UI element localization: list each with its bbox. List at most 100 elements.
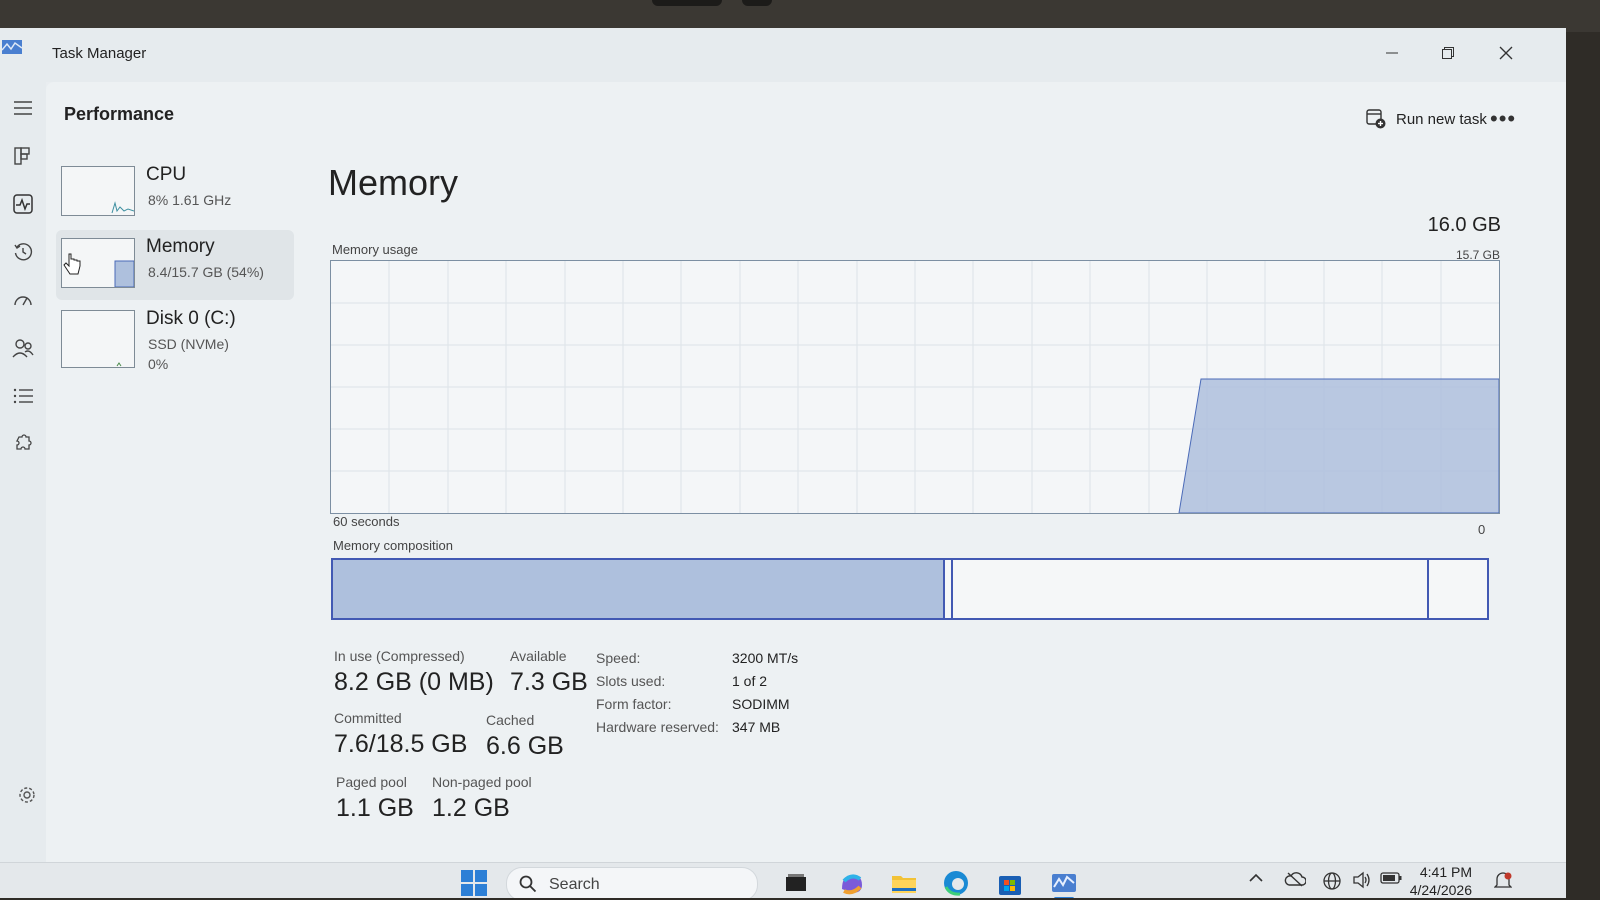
nav-users-button[interactable] xyxy=(4,330,42,366)
globe-icon xyxy=(1323,872,1341,890)
nav-services-button[interactable] xyxy=(4,426,42,462)
form-factor-label: Form factor: xyxy=(596,696,672,712)
non-paged-pool-value: 1.2 GB xyxy=(432,794,510,822)
search-icon xyxy=(519,875,537,893)
speed-value: 3200 MT/s xyxy=(732,650,799,666)
nav-processes-button[interactable] xyxy=(4,138,42,174)
store-icon xyxy=(999,876,1021,895)
memory-usage-graph xyxy=(330,260,1500,514)
task-manager-taskbar-button[interactable] xyxy=(1050,869,1078,898)
more-options-button[interactable]: ••• xyxy=(1490,106,1516,132)
disk-usage: 0% xyxy=(148,356,169,372)
task-manager-app-icon xyxy=(2,40,22,54)
file-explorer-button[interactable] xyxy=(890,869,918,897)
slots-used-value: 1 of 2 xyxy=(732,673,768,689)
resource-item-disk[interactable]: Disk 0 (C:) SSD (NVMe) 0% xyxy=(56,302,294,372)
hardware-reserved-label: Hardware reserved: xyxy=(596,719,719,735)
window-title: Task Manager xyxy=(52,45,147,62)
chevron-up-icon xyxy=(1249,873,1263,882)
minimize-button[interactable] xyxy=(1372,38,1412,68)
cpu-mini-graph xyxy=(111,201,135,214)
active-app-indicator xyxy=(1054,897,1074,898)
available-value: 7.3 GB xyxy=(510,668,588,696)
nav-app-history-button[interactable] xyxy=(4,234,42,270)
nav-startup-apps-button[interactable] xyxy=(4,282,42,318)
bezel-sensor xyxy=(742,0,772,6)
title-bar: Task Manager xyxy=(0,28,1566,82)
memory-usage-label: Memory usage xyxy=(332,242,418,257)
time-zero-label: 0 xyxy=(1478,522,1486,537)
form-factor-value: SODIMM xyxy=(732,696,790,712)
microsoft-store-button[interactable] xyxy=(996,869,1024,897)
memory-title: Memory xyxy=(328,162,459,203)
disk-label: Disk 0 (C:) xyxy=(146,308,236,329)
memory-total: 16.0 GB xyxy=(1427,214,1501,236)
slots-used-label: Slots used: xyxy=(596,673,666,689)
settings-button[interactable] xyxy=(16,784,38,806)
show-hidden-icons-button[interactable] xyxy=(1248,871,1264,888)
nav-details-button[interactable] xyxy=(4,378,42,414)
taskbar-clock[interactable]: 4:41 PM 4/24/2026 xyxy=(1398,863,1472,898)
close-button[interactable] xyxy=(1486,38,1526,68)
clock-time: 4:41 PM xyxy=(1419,864,1472,880)
memory-composition-label: Memory composition xyxy=(333,538,453,553)
cpu-stats: 8% 1.61 GHz xyxy=(148,192,232,208)
close-icon xyxy=(1499,46,1513,60)
history-icon xyxy=(14,243,33,261)
disk-thumbnail-graph xyxy=(61,310,135,368)
nav-performance-button[interactable] xyxy=(4,186,42,222)
folder-icon xyxy=(892,876,916,893)
m365-app-button[interactable] xyxy=(838,869,866,897)
start-button[interactable] xyxy=(460,869,488,897)
in-use-label: In use (Compressed) xyxy=(334,648,465,664)
m365-copilot-icon xyxy=(842,874,862,895)
cloud-icon xyxy=(1284,872,1307,887)
task-manager-taskbar-icon xyxy=(1052,874,1076,892)
disk-type: SSD (NVMe) xyxy=(148,336,229,352)
taskbar-search-box[interactable]: Search xyxy=(506,867,758,898)
details-list-icon xyxy=(13,388,33,404)
services-puzzle-icon xyxy=(15,434,32,450)
task-manager-window: Task Manager Performance Run new task ••… xyxy=(0,28,1566,898)
task-view-button[interactable] xyxy=(782,869,810,897)
windows-start-icon xyxy=(461,870,487,896)
paged-pool-label: Paged pool xyxy=(336,774,407,790)
run-new-task-label: Run new task xyxy=(1396,110,1487,128)
composition-divider-2 xyxy=(951,560,953,618)
processes-icon xyxy=(14,147,30,165)
network-button[interactable] xyxy=(1322,871,1342,894)
cpu-label: CPU xyxy=(146,164,187,185)
hamburger-icon xyxy=(14,101,32,115)
memory-label: Memory xyxy=(146,236,215,257)
non-paged-pool-label: Non-paged pool xyxy=(432,774,532,790)
hand-cursor-icon xyxy=(63,253,81,275)
edge-browser-button[interactable] xyxy=(942,869,970,897)
disk-mini-graph xyxy=(116,362,122,367)
volume-button[interactable] xyxy=(1352,871,1372,892)
composition-in-use-segment xyxy=(333,560,943,618)
run-new-task-button[interactable]: Run new task xyxy=(1366,104,1487,134)
hamburger-menu-button[interactable] xyxy=(4,90,42,126)
notifications-button[interactable] xyxy=(1493,871,1513,894)
cached-value: 6.6 GB xyxy=(486,732,564,760)
performance-content: Performance Run new task ••• CPU 8% 1.61… xyxy=(46,82,1566,862)
run-task-icon xyxy=(1366,109,1386,129)
in-use-value: 8.2 GB (0 MB) xyxy=(334,668,494,696)
taskbar: Search 4:41 PM 4/24/2026 xyxy=(0,862,1566,898)
users-icon xyxy=(12,339,34,358)
restore-button[interactable] xyxy=(1428,38,1468,68)
speed-label: Speed: xyxy=(596,650,641,666)
committed-value: 7.6/18.5 GB xyxy=(334,730,468,758)
paged-pool-value: 1.1 GB xyxy=(336,794,414,822)
page-title: Performance xyxy=(64,104,175,124)
memory-composition-bar xyxy=(331,558,1489,620)
hardware-reserved-value: 347 MB xyxy=(732,719,781,735)
resource-item-memory[interactable]: Memory 8.4/15.7 GB (54%) xyxy=(56,230,294,300)
onedrive-button[interactable] xyxy=(1284,871,1307,890)
edge-icon xyxy=(944,871,968,896)
time-span-label: 60 seconds xyxy=(333,514,400,529)
resource-item-cpu[interactable]: CPU 8% 1.61 GHz xyxy=(56,158,294,228)
cpu-thumbnail-graph xyxy=(61,166,135,216)
speaker-icon xyxy=(1353,871,1370,889)
startup-speedometer-icon xyxy=(14,296,32,306)
